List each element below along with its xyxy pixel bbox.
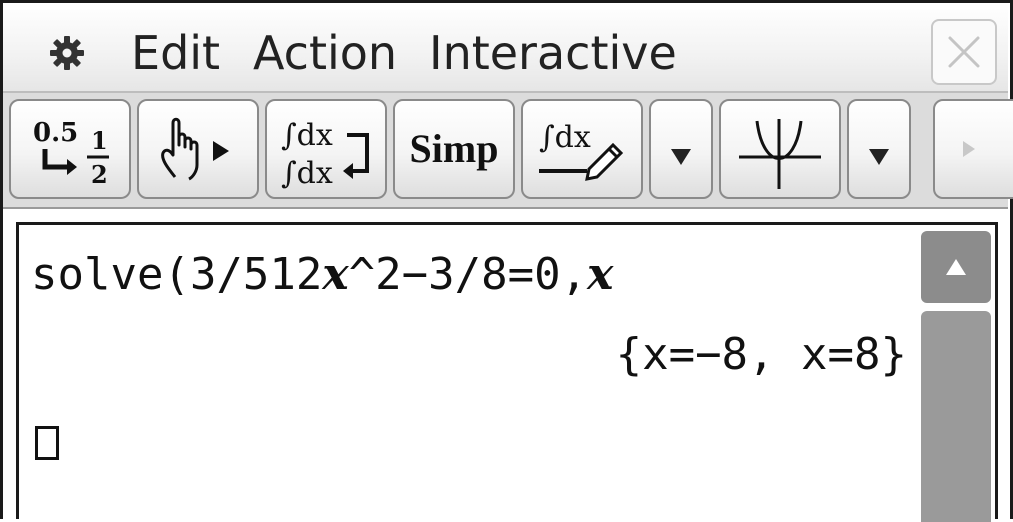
- input-cursor-line[interactable]: [35, 415, 59, 467]
- parabola-graph-icon: [739, 119, 821, 189]
- output-result: {x=−8, x=8}: [615, 329, 907, 380]
- cursor-box: [35, 426, 59, 460]
- fraction-denominator: 2: [91, 160, 108, 189]
- triangle-up-icon: [946, 259, 966, 275]
- fraction-numerator: 1: [91, 126, 108, 155]
- graph-button[interactable]: [719, 99, 841, 199]
- triangle-right-icon: [963, 141, 975, 157]
- integral-swap-icon: ∫dx ∫dx: [281, 118, 369, 191]
- menu-bar: Edit Action Interactive: [3, 3, 1008, 91]
- decimal-label: 0.5: [33, 118, 78, 148]
- dropdown-button-1[interactable]: [649, 99, 713, 199]
- vertical-scrollbar[interactable]: [921, 231, 991, 522]
- toolbar-scroll-right-button[interactable]: [933, 99, 1013, 199]
- menu-interactive[interactable]: Interactive: [429, 25, 677, 81]
- scrollbar-thumb[interactable]: [921, 311, 991, 522]
- simplify-button[interactable]: Simp: [393, 99, 515, 199]
- toolbar: 0.5 1 2 ∫dx ∫dx Simp ∫dx: [3, 91, 1013, 209]
- menu-action[interactable]: Action: [253, 25, 397, 81]
- main-work-area[interactable]: solve(3/512x^2−3/8=0,x {x=−8, x=8}: [16, 222, 998, 522]
- decimal-fraction-toggle-button[interactable]: 0.5 1 2: [9, 99, 131, 199]
- scroll-up-button[interactable]: [921, 231, 991, 303]
- decimal-fraction-icon: 0.5 1 2: [33, 118, 109, 189]
- dropdown-button-2[interactable]: [847, 99, 911, 199]
- math-input-button[interactable]: ∫dx: [521, 99, 643, 199]
- triangle-down-icon: [869, 149, 889, 165]
- close-icon: [948, 36, 980, 68]
- variable-x: x: [322, 249, 349, 300]
- close-button[interactable]: [931, 19, 997, 85]
- integral-input-mode-button[interactable]: ∫dx ∫dx: [265, 99, 387, 199]
- input-prefix: solve(3/512: [31, 249, 323, 300]
- gear-icon[interactable]: [49, 35, 85, 71]
- integral-label-bottom: ∫dx: [281, 156, 333, 191]
- integral-label-top: ∫dx: [281, 118, 333, 153]
- drag-hand-button[interactable]: [137, 99, 259, 199]
- menu-edit[interactable]: Edit: [131, 25, 220, 81]
- hand-pointer-icon: [161, 117, 229, 181]
- math-input-label: ∫dx: [539, 120, 591, 155]
- integral-pencil-icon: ∫dx: [539, 120, 624, 181]
- input-middle: ^2−3/8=0,: [348, 249, 588, 300]
- variable-x: x: [587, 249, 614, 300]
- triangle-down-icon: [671, 149, 691, 165]
- input-expression[interactable]: solve(3/512x^2−3/8=0,x: [31, 249, 613, 301]
